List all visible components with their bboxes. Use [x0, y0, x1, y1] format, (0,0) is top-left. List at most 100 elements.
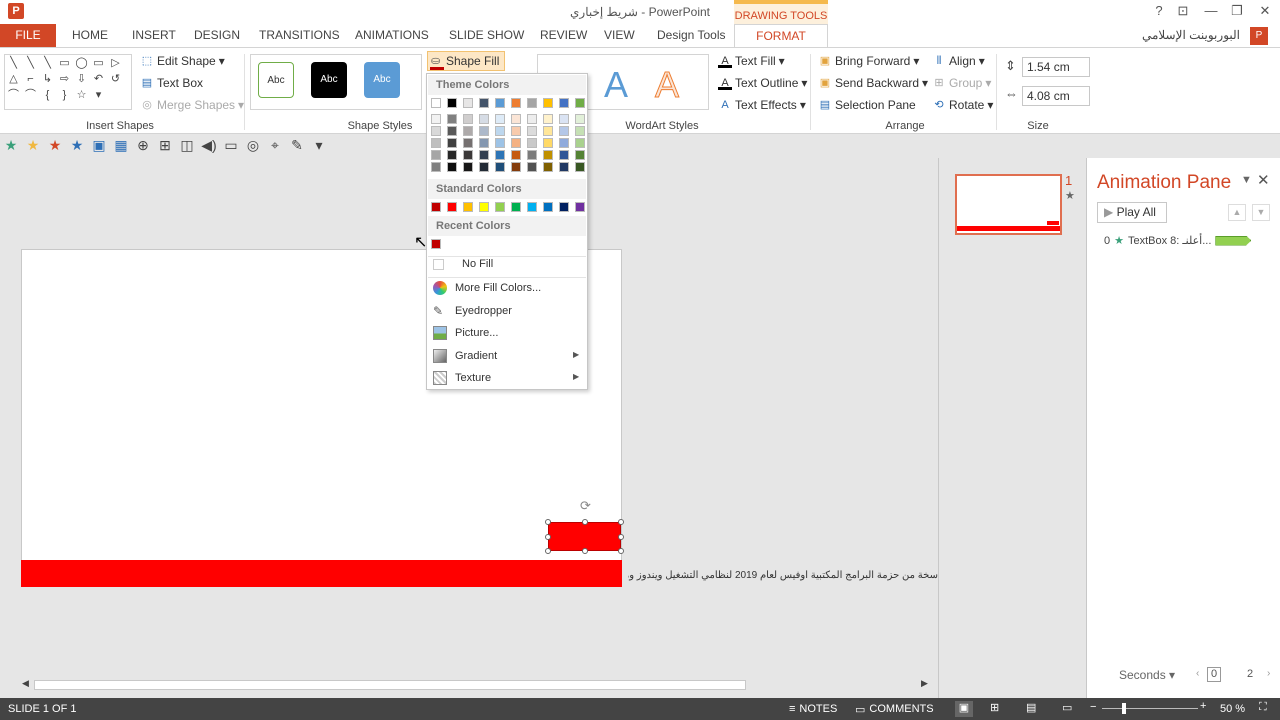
star-shape-icon[interactable]: ☆ — [73, 87, 90, 103]
theme-color-shade-swatch[interactable] — [543, 126, 553, 136]
standard-color-swatch[interactable] — [431, 202, 441, 212]
horizontal-scroll-thumb[interactable] — [34, 680, 746, 690]
theme-color-shade-swatch[interactable] — [495, 138, 505, 148]
scroll-right-icon[interactable]: ▶ — [921, 678, 928, 689]
standard-color-swatch[interactable] — [463, 202, 473, 212]
tab-review[interactable]: REVIEW — [538, 24, 589, 47]
theme-color-shade-swatch[interactable] — [527, 162, 537, 172]
timeline-right-icon[interactable]: › — [1267, 668, 1270, 679]
align-button[interactable]: ⫴ Align ▾ — [932, 54, 985, 68]
theme-color-shade-swatch[interactable] — [511, 126, 521, 136]
theme-color-shade-swatch[interactable] — [463, 126, 473, 136]
theme-color-shade-swatch[interactable] — [527, 138, 537, 148]
texture-menu-item[interactable]: Texture — [431, 367, 585, 389]
more-shapes-icon[interactable]: ▾ — [90, 87, 107, 103]
close-button[interactable]: ✕ — [1254, 3, 1276, 21]
theme-color-shade-swatch[interactable] — [575, 138, 585, 148]
grid-icon[interactable]: ⊞ — [154, 134, 176, 156]
text-outline-button[interactable]: A Text Outline ▾ — [718, 76, 807, 90]
theme-color-swatch[interactable] — [479, 98, 489, 108]
standard-color-swatch[interactable] — [447, 202, 457, 212]
resize-handle[interactable] — [618, 534, 624, 540]
tab-design-tools[interactable]: Design Tools — [655, 24, 727, 47]
theme-color-shade-swatch[interactable] — [511, 138, 521, 148]
normal-view-icon[interactable]: ▣ — [955, 701, 973, 717]
theme-color-shade-swatch[interactable] — [575, 126, 585, 136]
theme-color-shade-swatch[interactable] — [527, 114, 537, 124]
move-down-icon[interactable]: ▼ — [1252, 204, 1270, 221]
timeline-left-icon[interactable]: ‹ — [1196, 668, 1199, 679]
theme-color-swatch[interactable] — [495, 98, 505, 108]
picture-menu-item[interactable]: Picture... — [431, 322, 585, 344]
tab-design[interactable]: DESIGN — [192, 24, 242, 47]
theme-color-shade-swatch[interactable] — [559, 138, 569, 148]
user-avatar[interactable]: P — [1250, 27, 1268, 45]
group-button[interactable]: ⊞ Group ▾ — [932, 76, 991, 90]
theme-color-shade-swatch[interactable] — [479, 150, 489, 160]
news-ticker-text[interactable]: سخة من حزمة البرامج المكتبية أوفيس لعام … — [628, 570, 938, 581]
curved-arrow-shape-icon[interactable]: ↶ — [90, 71, 107, 87]
resize-handle[interactable] — [545, 534, 551, 540]
gradient-menu-item[interactable]: Gradient — [431, 345, 585, 367]
eyedropper-menu-item[interactable]: ✎ Eyedropper — [431, 300, 585, 322]
line-shape-icon[interactable]: ╲ — [22, 55, 39, 71]
move-up-icon[interactable]: ▲ — [1228, 204, 1246, 221]
arc-shape-icon[interactable]: ⌒ — [22, 87, 39, 103]
theme-color-shade-swatch[interactable] — [495, 162, 505, 172]
star-icon[interactable]: ★ — [44, 134, 66, 156]
standard-color-swatch[interactable] — [479, 202, 489, 212]
line-shape-icon[interactable]: ╲ — [39, 55, 56, 71]
theme-color-shade-swatch[interactable] — [479, 138, 489, 148]
resize-handle[interactable] — [582, 519, 588, 525]
wordart-style-letter[interactable]: A — [604, 64, 628, 106]
slide-sorter-icon[interactable]: ⊞ — [990, 701, 999, 714]
down-arrow-shape-icon[interactable]: ⇩ — [73, 71, 90, 87]
animation-list-item[interactable]: 0 ★ TextBox 8: أعلنـ... — [1104, 234, 1252, 247]
theme-color-shade-swatch[interactable] — [575, 162, 585, 172]
resize-handle[interactable] — [545, 519, 551, 525]
arc-shape-icon[interactable]: ⌒ — [5, 87, 22, 103]
layout-icon[interactable]: ◫ — [176, 134, 198, 156]
theme-color-shade-swatch[interactable] — [527, 150, 537, 160]
slide-show-icon[interactable]: ▭ — [1062, 701, 1072, 714]
tab-file[interactable]: FILE — [0, 24, 56, 47]
rotate-handle-icon[interactable]: ⟳ — [580, 498, 591, 514]
shape-style-thumb[interactable]: Abc — [364, 62, 400, 98]
standard-color-swatch[interactable] — [495, 202, 505, 212]
zoom-out-icon[interactable]: − — [1090, 701, 1096, 713]
theme-color-shade-swatch[interactable] — [527, 126, 537, 136]
notes-button[interactable]: ≡ NOTES — [789, 703, 837, 715]
tab-slide-show[interactable]: SLIDE SHOW — [447, 24, 526, 47]
theme-color-shade-swatch[interactable] — [543, 150, 553, 160]
user-name[interactable]: البوربوينت الإسلامي — [1142, 28, 1240, 42]
circular-arrow-shape-icon[interactable]: ↺ — [107, 71, 124, 87]
bring-forward-button[interactable]: ▣ Bring Forward ▾ — [818, 54, 920, 68]
theme-color-shade-swatch[interactable] — [431, 114, 441, 124]
standard-color-swatch[interactable] — [527, 202, 537, 212]
resize-handle[interactable] — [545, 548, 551, 554]
theme-color-swatch[interactable] — [447, 98, 457, 108]
zoom-in-icon[interactable]: + — [1200, 700, 1206, 712]
theme-color-shade-swatch[interactable] — [511, 150, 521, 160]
globe-icon[interactable]: ⊕ — [132, 134, 154, 156]
screen-icon[interactable]: ▭ — [220, 134, 242, 156]
theme-color-shade-swatch[interactable] — [559, 150, 569, 160]
tab-view[interactable]: VIEW — [602, 24, 637, 47]
theme-color-shade-swatch[interactable] — [447, 150, 457, 160]
rectangle-shape-icon[interactable]: ▭ — [56, 55, 73, 71]
shapes-gallery[interactable]: ╲ ╲ ╲ ▭ ◯ ▭ ▷ △ ⌐ ↳ ⇨ ⇩ ↶ ↺ ⌒ ⌒{} ☆ ▾ — [4, 54, 132, 110]
theme-color-shade-swatch[interactable] — [447, 126, 457, 136]
wordart-style-letter[interactable]: A — [654, 64, 679, 106]
theme-color-shade-swatch[interactable] — [479, 114, 489, 124]
more-fill-colors-menu-item[interactable]: More Fill Colors... — [431, 277, 585, 299]
shape-style-thumb[interactable]: Abc — [311, 62, 347, 98]
selection-pane-button[interactable]: ▤ Selection Pane — [818, 98, 916, 112]
theme-color-shade-swatch[interactable] — [495, 126, 505, 136]
elbow-arrow-shape-icon[interactable]: ↳ — [39, 71, 56, 87]
star-icon[interactable]: ★ — [0, 134, 22, 156]
send-backward-button[interactable]: ▣ Send Backward ▾ — [818, 76, 928, 90]
edit-shape-button[interactable]: ⬚ Edit Shape ▾ — [140, 54, 225, 68]
text-effects-button[interactable]: A Text Effects ▾ — [718, 98, 806, 112]
line-shape-icon[interactable]: ╲ — [5, 55, 22, 71]
theme-color-swatch[interactable] — [511, 98, 521, 108]
